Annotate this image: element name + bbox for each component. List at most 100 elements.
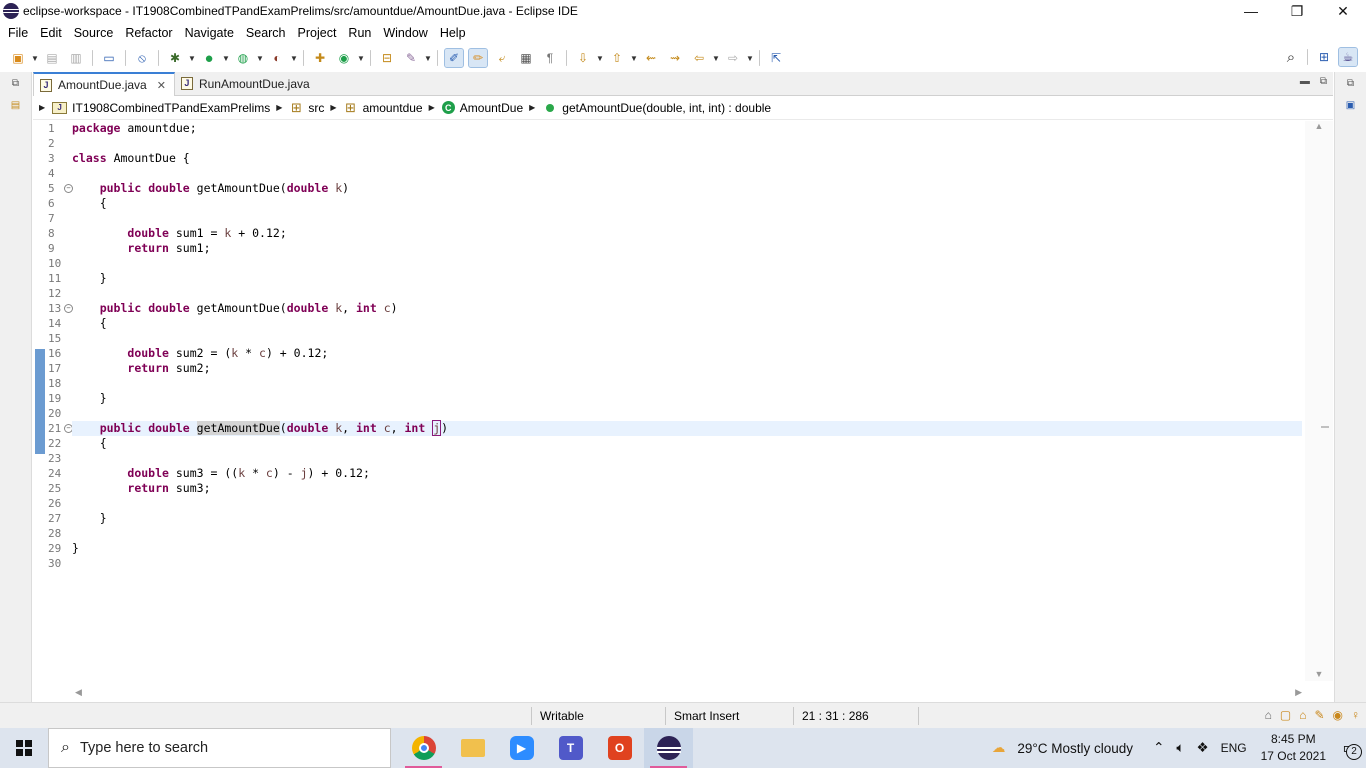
minimize-view-icon[interactable]: ▬ bbox=[1300, 76, 1310, 87]
status-insert-mode[interactable]: Smart Insert bbox=[665, 707, 793, 725]
close-window-button[interactable]: ✕ bbox=[1320, 0, 1366, 22]
run-dropdown-icon[interactable]: ▼ bbox=[222, 49, 230, 67]
taskbar-search-box[interactable]: ⌕ Type here to search bbox=[48, 728, 391, 768]
status-cursor-position[interactable]: 21 : 31 : 286 bbox=[793, 707, 919, 725]
code-line[interactable]: class AmountDue { bbox=[72, 151, 1302, 166]
show-whitespace-icon[interactable]: ¶ bbox=[541, 49, 559, 67]
coverage-dropdown-icon[interactable]: ▼ bbox=[256, 49, 264, 67]
menu-navigate[interactable]: Navigate bbox=[179, 22, 240, 44]
help-icon[interactable]: ◉ bbox=[1333, 708, 1343, 722]
breadcrumb-method[interactable]: getAmountDue(double, int, int) : double bbox=[542, 101, 771, 115]
restore-icon[interactable]: ⧉ bbox=[1341, 78, 1361, 94]
new-class-dropdown-icon[interactable]: ▼ bbox=[357, 49, 365, 67]
code-line[interactable]: return sum2; bbox=[72, 361, 1302, 376]
volume-icon[interactable]: 🔈︎ bbox=[1176, 740, 1184, 756]
previous-annotation-dropdown-icon[interactable]: ▼ bbox=[630, 49, 638, 67]
code-line[interactable] bbox=[72, 331, 1302, 346]
code-line[interactable]: public double getAmountDue(double k) bbox=[72, 181, 1302, 196]
clock[interactable]: 8:45 PM 17 Oct 2021 bbox=[1261, 731, 1326, 765]
breadcrumb-class[interactable]: C AmountDue bbox=[441, 101, 523, 115]
new-package-icon[interactable]: ✚ bbox=[311, 49, 329, 67]
menu-help[interactable]: Help bbox=[434, 22, 472, 44]
back-icon[interactable]: ⇦ bbox=[690, 49, 708, 67]
menu-edit[interactable]: Edit bbox=[34, 22, 68, 44]
code-line[interactable]: public double getAmountDue(double k, int… bbox=[72, 301, 1302, 316]
pencil-icon[interactable]: ✎ bbox=[1314, 708, 1324, 722]
code-line[interactable] bbox=[72, 136, 1302, 151]
tip-bulb-icon[interactable]: ♀ bbox=[1351, 708, 1360, 722]
toggle-word-wrap-icon[interactable]: ⤶ bbox=[493, 49, 511, 67]
weather-icon[interactable]: ☁ bbox=[992, 740, 1006, 756]
code-line[interactable]: double sum2 = (k * c) + 0.12; bbox=[72, 346, 1302, 361]
menu-source[interactable]: Source bbox=[68, 22, 120, 44]
code-line[interactable] bbox=[72, 496, 1302, 511]
debug-icon[interactable]: ✱ bbox=[166, 49, 184, 67]
menu-search[interactable]: Search bbox=[240, 22, 292, 44]
toggle-mark-occurrences-icon[interactable]: ✐ bbox=[444, 48, 464, 68]
language-indicator[interactable]: ENG bbox=[1221, 741, 1247, 755]
taskbar-chrome[interactable] bbox=[399, 728, 448, 768]
java-perspective-icon[interactable]: ☕ bbox=[1338, 47, 1358, 67]
code-line[interactable] bbox=[72, 256, 1302, 271]
chevron-right-icon[interactable]: ▶ bbox=[39, 103, 45, 112]
notification-center-button[interactable]: ▭ 2 bbox=[1334, 728, 1366, 768]
forward-icon[interactable]: ⇨ bbox=[724, 49, 742, 67]
code-line[interactable]: { bbox=[72, 196, 1302, 211]
horizontal-scrollbar[interactable]: ◀ ▶ bbox=[71, 684, 1306, 700]
previous-annotation-icon[interactable]: ⇧ bbox=[608, 49, 626, 67]
book-icon[interactable]: ▢ bbox=[1280, 708, 1291, 722]
menu-run[interactable]: Run bbox=[342, 22, 377, 44]
run-icon[interactable]: ● bbox=[200, 49, 218, 67]
external-tools-dropdown-icon[interactable]: ▼ bbox=[290, 49, 298, 67]
overview-ruler-mark[interactable] bbox=[1321, 426, 1329, 428]
code-line[interactable]: double sum3 = ((k * c) - j) + 0.12; bbox=[72, 466, 1302, 481]
code-line[interactable]: { bbox=[72, 316, 1302, 331]
scroll-down-icon[interactable]: ▼ bbox=[1305, 669, 1333, 679]
menu-project[interactable]: Project bbox=[292, 22, 343, 44]
menu-refactor[interactable]: Refactor bbox=[119, 22, 178, 44]
code-text[interactable]: package amountdue; class AmountDue { publ… bbox=[72, 121, 1302, 681]
taskbar-file-explorer[interactable] bbox=[448, 728, 497, 768]
code-line[interactable]: package amountdue; bbox=[72, 121, 1302, 136]
breadcrumb-project[interactable]: J IT1908CombinedTPandExamPrelims bbox=[52, 101, 270, 115]
tab-amountdue-java[interactable]: J AmountDue.java ✕ bbox=[33, 72, 175, 96]
open-type-icon[interactable]: ⊟ bbox=[378, 49, 396, 67]
taskbar-zoom[interactable]: ▶ bbox=[497, 728, 546, 768]
menu-file[interactable]: File bbox=[2, 22, 34, 44]
chevron-right-icon[interactable]: ▶ bbox=[429, 103, 435, 112]
close-icon[interactable]: ✕ bbox=[157, 79, 166, 92]
new-dropdown-icon[interactable]: ▼ bbox=[31, 49, 39, 67]
outline-icon[interactable]: ▣ bbox=[1341, 100, 1361, 116]
terminal-icon[interactable]: ▭ bbox=[100, 49, 118, 67]
weather-text[interactable]: 29°C Mostly cloudy bbox=[1017, 741, 1133, 756]
chevron-right-icon[interactable]: ▶ bbox=[276, 103, 282, 112]
graduation-cap-icon[interactable]: ⌂ bbox=[1299, 708, 1306, 722]
scroll-left-icon[interactable]: ◀ bbox=[75, 687, 82, 698]
breadcrumb-package[interactable]: ⊞ amountdue bbox=[344, 100, 423, 115]
menu-window[interactable]: Window bbox=[377, 22, 433, 44]
code-line[interactable] bbox=[72, 406, 1302, 421]
external-tools-icon[interactable]: ◐ bbox=[268, 49, 286, 67]
taskbar-teams[interactable]: T bbox=[546, 728, 595, 768]
search-icon[interactable]: ⌕ bbox=[1282, 48, 1300, 66]
dropbox-icon[interactable]: ❖ bbox=[1196, 740, 1208, 756]
next-annotation-dropdown-icon[interactable]: ▼ bbox=[596, 49, 604, 67]
code-line[interactable] bbox=[72, 166, 1302, 181]
code-line[interactable]: } bbox=[72, 391, 1302, 406]
last-edit-icon[interactable]: ⇜ bbox=[642, 49, 660, 67]
new-icon[interactable]: ▣ bbox=[9, 49, 27, 67]
search-tool-dropdown-icon[interactable]: ▼ bbox=[424, 49, 432, 67]
forward-dropdown-icon[interactable]: ▼ bbox=[746, 49, 754, 67]
start-button[interactable] bbox=[0, 728, 48, 768]
next-annotation-icon[interactable]: ⇩ bbox=[574, 49, 592, 67]
debug-dropdown-icon[interactable]: ▼ bbox=[188, 49, 196, 67]
maximize-view-icon[interactable]: ⧉ bbox=[1320, 76, 1327, 87]
skip-breakpoints-icon[interactable]: ⦸ bbox=[133, 49, 151, 67]
breadcrumb-src[interactable]: ⊞ src bbox=[289, 100, 324, 115]
scroll-up-icon[interactable]: ▲ bbox=[1305, 121, 1333, 131]
code-line[interactable]: return sum3; bbox=[72, 481, 1302, 496]
code-line[interactable] bbox=[72, 286, 1302, 301]
vertical-scrollbar[interactable]: ▲ ▼ bbox=[1305, 121, 1333, 681]
code-editor[interactable]: 1 2 3 4 5−6 7 8 9 10 11 12 13−14 15 16 17 18 19 20 21−22 23… bbox=[33, 121, 1333, 681]
code-line[interactable]: double sum1 = k + 0.12; bbox=[72, 226, 1302, 241]
